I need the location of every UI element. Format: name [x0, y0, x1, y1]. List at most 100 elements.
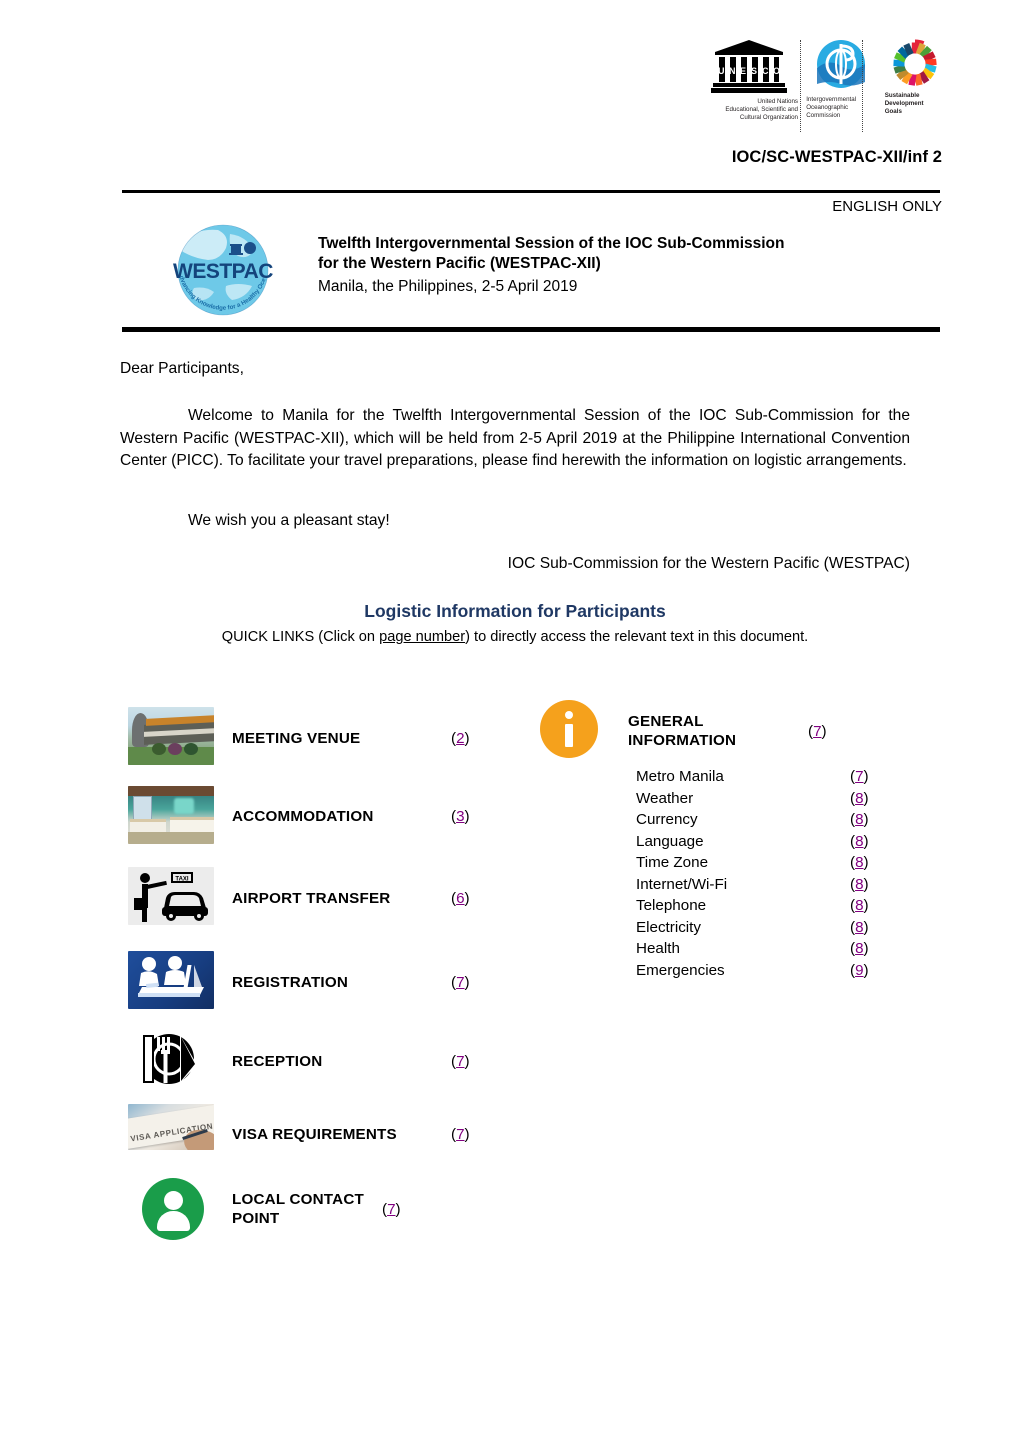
info-item-label: Metro Manila [636, 768, 724, 785]
general-information-sub-list: Metro Manila (7) Weather (8) Currency (8… [532, 766, 912, 981]
quick-link-label: ACCOMMODATION [232, 808, 374, 825]
quick-link-label: AIRPORT TRANSFER [232, 889, 391, 907]
quick-link-page[interactable]: (3) [451, 808, 503, 825]
quick-link-local-contact-point[interactable]: LOCAL CONTACT POINT (7) [128, 1171, 503, 1247]
convention-center-icon [128, 707, 220, 769]
list-item[interactable]: Health (8) [636, 938, 912, 960]
info-item-page[interactable]: (8) [850, 809, 869, 831]
ioc-globe-icon [817, 40, 866, 88]
meeting-title-line2: for the Western Pacific (WESTPAC-XII) [318, 255, 601, 272]
quick-links-note-prefix: QUICK LINKS (Click on [221, 629, 380, 645]
list-item[interactable]: Language (8) [636, 831, 912, 853]
svg-text:S: S [751, 66, 757, 76]
quick-links-right-column: GENERAL INFORMATION (7) Metro Manila (7)… [532, 700, 912, 981]
organization-logo-bar: UNE SCO United Nations Educational, Scien… [700, 38, 945, 133]
document-page: UNE SCO United Nations Educational, Scien… [0, 0, 1020, 1443]
info-item-label: Electricity [636, 918, 701, 936]
quick-link-label: REGISTRATION [232, 973, 349, 991]
info-item-label: Internet/Wi-Fi [636, 875, 728, 893]
svg-text:U: U [718, 66, 725, 76]
quick-link-label: LOCAL CONTACT POINT [232, 1191, 364, 1227]
quick-link-label: MEETING VENUE [232, 729, 361, 747]
ioc-logo-caption: Intergovernmental Oceanographic Commission [806, 96, 857, 119]
page-number-link-label[interactable]: page number [379, 629, 465, 645]
info-item-label: Time Zone [636, 854, 709, 871]
visa-application-icon: VISA APPLICATION [128, 1103, 220, 1166]
info-item-page[interactable]: (7) [850, 766, 869, 788]
info-item-page[interactable]: (8) [850, 895, 869, 917]
info-item-page[interactable]: (8) [850, 917, 869, 939]
quick-link-page[interactable]: (7) [451, 1053, 503, 1070]
list-item[interactable]: Electricity (8) [636, 917, 912, 939]
svg-text:TAXI: TAXI [175, 877, 189, 883]
unesco-logo: UNE SCO United Nations Educational, Scien… [700, 38, 798, 122]
letter-signature: IOC Sub-Commission for the Western Pacif… [507, 555, 910, 572]
info-item-label: Weather [636, 789, 694, 807]
list-item[interactable]: Currency (8) [636, 809, 912, 831]
info-item-page[interactable]: (8) [850, 831, 869, 853]
sdg-logo: Sustainable Development Goals [884, 38, 945, 116]
header-rule-top [122, 190, 940, 193]
header-rule-bottom [122, 327, 940, 332]
info-item-label: Telephone [636, 897, 707, 914]
sdg-wheel-icon [893, 39, 937, 86]
info-item-page[interactable]: (8) [850, 788, 869, 810]
quick-link-label: VISA REQUIREMENTS [232, 1126, 397, 1143]
quick-link-page[interactable]: (2) [451, 730, 503, 747]
info-item-label: Currency [636, 811, 698, 828]
letter-salutation: Dear Participants, [120, 360, 244, 377]
sdg-logo-caption: Sustainable Development Goals [884, 92, 924, 115]
quick-link-page[interactable]: (7) [808, 723, 860, 740]
svg-text:C: C [762, 66, 769, 76]
info-item-label: Language [636, 832, 704, 850]
quick-link-airport-transfer[interactable]: TAXI AIRPORT TRANSFER (6) [128, 857, 503, 939]
quick-link-page[interactable]: (7) [451, 1126, 503, 1143]
unesco-temple-icon: UNE SCO [711, 40, 787, 93]
registration-desk-icon [128, 951, 220, 1013]
info-item-label: Health [636, 940, 680, 957]
quick-link-accommodation[interactable]: ACCOMMODATION (3) [128, 776, 503, 857]
list-item[interactable]: Telephone (8) [636, 895, 912, 917]
quick-link-reception[interactable]: RECEPTION (7) [128, 1025, 503, 1098]
quick-link-registration[interactable]: REGISTRATION (7) [128, 939, 503, 1025]
svg-text:E: E [740, 66, 746, 76]
list-item[interactable]: Time Zone (8) [636, 852, 912, 874]
quick-link-page[interactable]: (7) [451, 974, 503, 991]
list-item[interactable]: Internet/Wi-Fi (8) [636, 874, 912, 896]
westpac-globe-icon: WESTPAC Advancing Knowledge for a Health… [166, 215, 274, 317]
logo-separator-1 [800, 40, 801, 132]
quick-links-left-column: MEETING VENUE (2) ACCOMMODATION (3) TAXI… [128, 700, 503, 1247]
quick-link-label: RECEPTION [232, 1053, 323, 1070]
info-item-page[interactable]: (8) [850, 874, 869, 896]
info-item-page[interactable]: (8) [850, 852, 869, 874]
quick-links-note-suffix: ) to directly access the relevant text i… [465, 629, 809, 645]
svg-text:WESTPAC: WESTPAC [173, 260, 273, 283]
info-item-label: Emergencies [636, 961, 725, 979]
list-item[interactable]: Weather (8) [636, 788, 912, 810]
meeting-subtitle: Manila, the Philippines, 2-5 April 2019 [318, 278, 578, 295]
svg-text:O: O [773, 66, 780, 76]
info-item-page[interactable]: (8) [850, 938, 869, 960]
quick-link-page[interactable]: (6) [451, 890, 503, 907]
section-title: Logistic Information for Participants [364, 601, 666, 621]
quick-link-general-information[interactable]: GENERAL INFORMATION (7) [532, 700, 912, 762]
quick-link-visa-requirements[interactable]: VISA APPLICATION VISA REQUIREMENTS (7) [128, 1098, 503, 1171]
meeting-title-line1: Twelfth Intergovernmental Session of the… [318, 235, 785, 252]
quick-link-meeting-venue[interactable]: MEETING VENUE (2) [128, 700, 503, 776]
quick-link-label: GENERAL INFORMATION [628, 713, 737, 749]
list-item[interactable]: Emergencies (9) [636, 960, 912, 982]
svg-text:N: N [729, 66, 736, 76]
document-code: IOC/SC-WESTPAC-XII/inf 2 [731, 148, 942, 166]
ioc-logo: Intergovernmental Oceanographic Commission [806, 38, 876, 120]
quick-link-page[interactable]: (7) [382, 1201, 434, 1218]
quick-links-note: QUICK LINKS (Click on page number) to di… [120, 629, 910, 645]
letter-paragraph-wish: We wish you a pleasant stay! [188, 512, 390, 529]
dining-plate-icon [128, 1030, 220, 1093]
logo-separator-2 [862, 40, 863, 132]
meeting-title-block: Twelfth Intergovernmental Session of the… [318, 234, 918, 298]
taxi-icon: TAXI [128, 867, 220, 929]
letter-paragraph-welcome: Welcome to Manila for the Twelfth Interg… [120, 407, 910, 469]
info-item-page[interactable]: (9) [850, 960, 869, 982]
westpac-logo: WESTPAC Advancing Knowledge for a Health… [166, 215, 278, 320]
list-item[interactable]: Metro Manila (7) [636, 766, 912, 788]
